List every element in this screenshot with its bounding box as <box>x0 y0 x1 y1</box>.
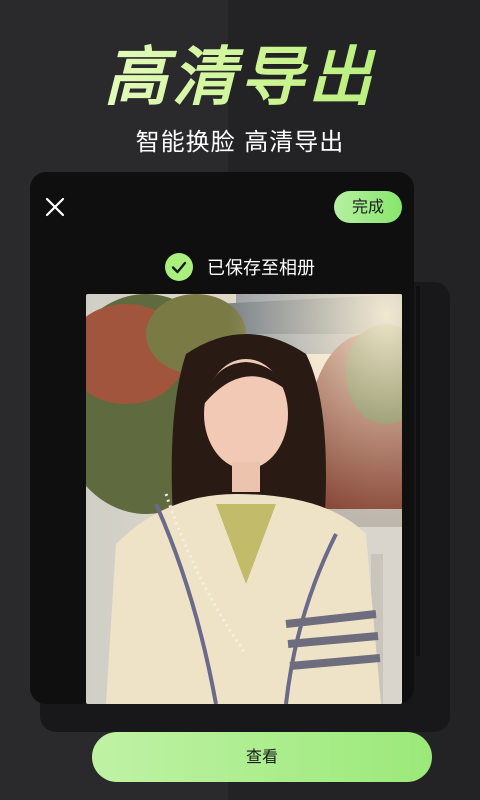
done-button[interactable]: 完成 <box>334 191 402 223</box>
close-button[interactable] <box>40 192 70 222</box>
promo-headline: 高清导出 <box>0 26 480 118</box>
saved-message: 已保存至相册 <box>207 258 315 279</box>
close-icon <box>45 197 65 217</box>
check-circle-icon <box>165 253 193 281</box>
card-side-strip <box>416 286 420 656</box>
view-button[interactable]: 查看 <box>92 732 432 782</box>
promo-subline: 智能换脸 高清导出 <box>135 128 345 156</box>
portrait-image <box>86 294 402 704</box>
result-photo <box>86 294 402 704</box>
saved-status: 已保存至相册 <box>165 252 315 282</box>
